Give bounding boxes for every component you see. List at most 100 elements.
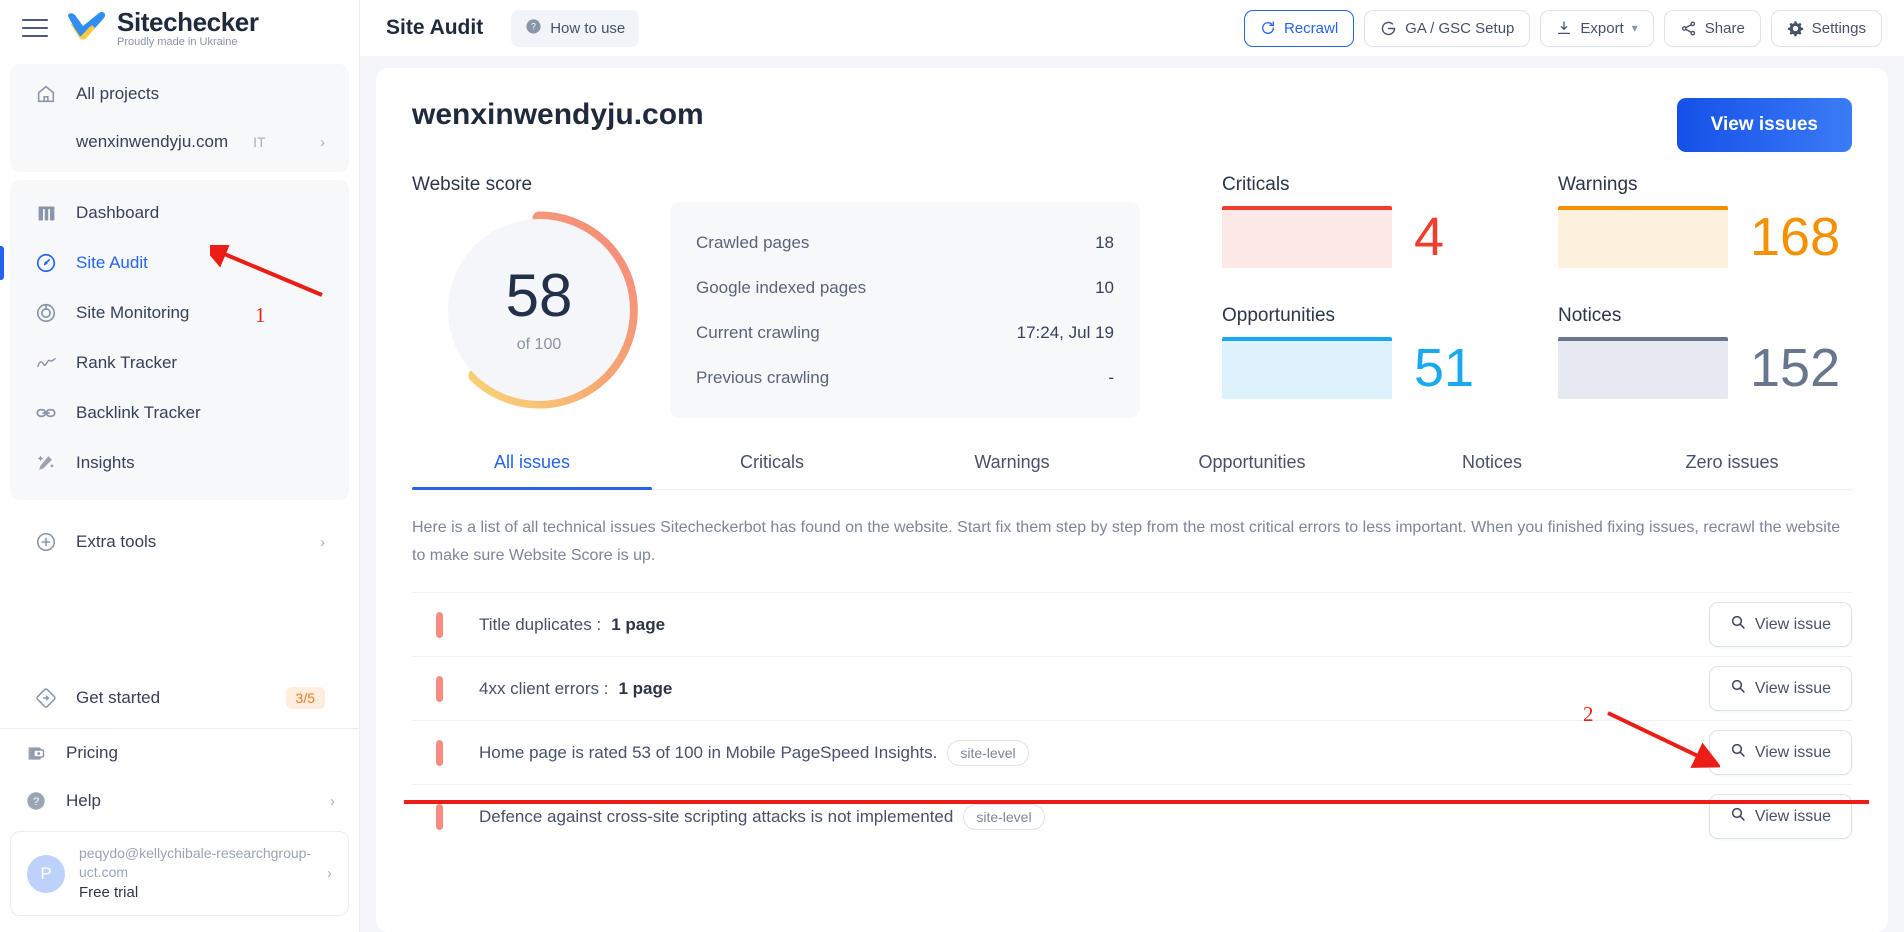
app-root: Sitechecker Proudly made in Ukraine All … [0, 0, 1904, 932]
view-issue-button-row-2[interactable]: View issue [1708, 666, 1852, 711]
metric-criticals[interactable]: Criticals 4 [1222, 174, 1516, 287]
export-button[interactable]: Export ▾ [1540, 9, 1654, 47]
issues-tabs: All issues Criticals Warnings Opportunit… [412, 452, 1852, 490]
gear-icon [1787, 20, 1804, 37]
recrawl-button[interactable]: Recrawl [1243, 9, 1355, 47]
sidebar-item-all-projects[interactable]: All projects [10, 70, 349, 118]
issue-title: Title duplicates : 1 page [479, 615, 665, 635]
insights-icon [34, 451, 58, 475]
sidebar-item-label: Extra tools [76, 532, 157, 551]
metric-label: Criticals [1222, 174, 1290, 195]
question-circle-icon: ? [525, 18, 542, 39]
score-of-label: of 100 [516, 336, 562, 353]
issue-row[interactable]: Title duplicates : 1 page View issue [412, 592, 1852, 656]
issue-row[interactable]: 4xx client errors : 1 page View issue [412, 656, 1852, 720]
download-icon [1556, 20, 1572, 36]
tab-opportunities[interactable]: Opportunities [1132, 452, 1372, 489]
stat-value: 17:24, Jul 19 [1016, 322, 1114, 342]
metric-bar [1222, 206, 1392, 268]
annotation-underline [404, 800, 1869, 804]
project-name: wenxinwendyju.com [76, 132, 229, 151]
tab-zero-issues[interactable]: Zero issues [1612, 452, 1852, 489]
issue-title: Home page is rated 53 of 100 in Mobile P… [479, 739, 1029, 766]
main-area: Site Audit ? How to use Recrawl GA / GSC… [360, 0, 1904, 932]
extra-tools-section: Extra tools › [10, 518, 349, 566]
get-started-section: Get started 3/5 [10, 674, 349, 722]
chevron-right-icon[interactable]: › [327, 865, 332, 882]
status-badge: site-level [947, 739, 1029, 766]
sidebar-item-site-audit[interactable]: Site Audit [0, 238, 349, 288]
avatar: P [27, 854, 65, 893]
sidebar-item-pricing[interactable]: Pricing [0, 729, 359, 777]
ga-gsc-setup-button[interactable]: GA / GSC Setup [1364, 9, 1531, 47]
sidebar-item-label: Insights [76, 453, 135, 472]
user-email: peqydo@kellychibale-researchgroup-uct.co… [79, 845, 312, 880]
search-icon [1730, 742, 1746, 763]
share-button[interactable]: Share [1663, 9, 1761, 47]
tab-notices[interactable]: Notices [1372, 452, 1612, 489]
sidebar-item-rank-tracker[interactable]: Rank Tracker [10, 338, 349, 388]
sidebar-item-backlink-tracker[interactable]: Backlink Tracker [10, 388, 349, 438]
view-issue-button-row-3[interactable]: View issue [1708, 730, 1852, 775]
sidebar-item-label: Pricing [66, 743, 118, 763]
tab-criticals[interactable]: Criticals [652, 452, 892, 489]
card-header: wenxinwendyju.com View issues [412, 98, 1852, 152]
help-icon: ? [24, 789, 48, 813]
metric-notices[interactable]: Notices 152 [1558, 305, 1852, 418]
sidebar-item-help[interactable]: ? Help › [0, 777, 359, 825]
wallet-icon [24, 741, 48, 765]
settings-button[interactable]: Settings [1770, 9, 1882, 47]
settings-label: Settings [1811, 19, 1866, 37]
brand-tagline: Proudly made in Ukraine [117, 35, 238, 48]
tab-all-issues[interactable]: All issues [412, 452, 652, 490]
chevron-down-icon[interactable]: ▾ [1632, 21, 1638, 35]
website-score-gauge: 58 of 100 [434, 205, 644, 415]
website-score-block: Website score 58 of 100 Crawled pages 18… [412, 174, 1212, 418]
sidebar-item-insights[interactable]: Insights [10, 438, 349, 488]
sidebar-item-current-project[interactable]: wenxinwendyju.com IT › [10, 118, 349, 166]
issue-row[interactable]: Defence against cross-site scripting att… [412, 784, 1852, 848]
sidebar-item-label: Site Audit [76, 253, 148, 272]
stat-label: Current crawling [696, 322, 820, 342]
sidebar-nav: Dashboard Site Audit Site Monitoring Ran… [0, 180, 349, 500]
sidebar-item-site-monitoring[interactable]: Site Monitoring [10, 288, 349, 338]
tab-warnings[interactable]: Warnings [892, 452, 1132, 489]
metric-value: 4 [1414, 207, 1445, 267]
logo[interactable]: Sitechecker Proudly made in Ukraine [66, 9, 259, 48]
view-issue-label: View issue [1754, 743, 1831, 761]
view-issues-button[interactable]: View issues [1676, 98, 1852, 152]
chevron-right-icon[interactable]: › [330, 793, 335, 810]
site-monitoring-icon [34, 301, 58, 325]
metric-warnings[interactable]: Warnings 168 [1558, 174, 1852, 287]
issue-row[interactable]: Home page is rated 53 of 100 in Mobile P… [412, 720, 1852, 784]
issue-count: 1 page [611, 614, 666, 634]
issue-count: 1 page [618, 678, 673, 698]
sidebar-header: Sitechecker Proudly made in Ukraine [0, 0, 359, 56]
issue-label: Title duplicates : [479, 614, 602, 634]
stat-label: Google indexed pages [696, 277, 867, 297]
topbar-actions: Recrawl GA / GSC Setup Export ▾ Share Se… [1243, 9, 1882, 47]
metric-opportunities[interactable]: Opportunities 51 [1222, 305, 1516, 418]
hamburger-menu-icon[interactable] [22, 19, 48, 37]
view-issue-label: View issue [1754, 615, 1831, 633]
sidebar-item-extra-tools[interactable]: Extra tools › [10, 518, 349, 566]
metric-label: Opportunities [1222, 305, 1336, 326]
how-to-use-label: How to use [550, 19, 626, 37]
user-account-card[interactable]: P peqydo@kellychibale-researchgroup-uct.… [10, 831, 349, 916]
how-to-use-button[interactable]: ? How to use [511, 9, 640, 47]
sidebar-item-label: Get started [76, 688, 161, 708]
view-issue-button-row-1[interactable]: View issue [1708, 602, 1852, 647]
sidebar-item-dashboard[interactable]: Dashboard [10, 188, 349, 238]
annotation-number-1: 1 [255, 303, 266, 327]
chevron-right-icon[interactable]: › [320, 534, 325, 551]
stat-value: 18 [1095, 232, 1114, 252]
metric-bar [1558, 337, 1728, 399]
sidebar-item-get-started[interactable]: Get started 3/5 [10, 674, 349, 722]
severity-indicator [436, 611, 443, 638]
metric-label: Notices [1558, 305, 1622, 326]
metric-value: 168 [1750, 207, 1841, 267]
chevron-right-icon[interactable]: › [320, 134, 325, 151]
view-issue-label: View issue [1754, 679, 1831, 697]
metric-label: Warnings [1558, 174, 1638, 195]
